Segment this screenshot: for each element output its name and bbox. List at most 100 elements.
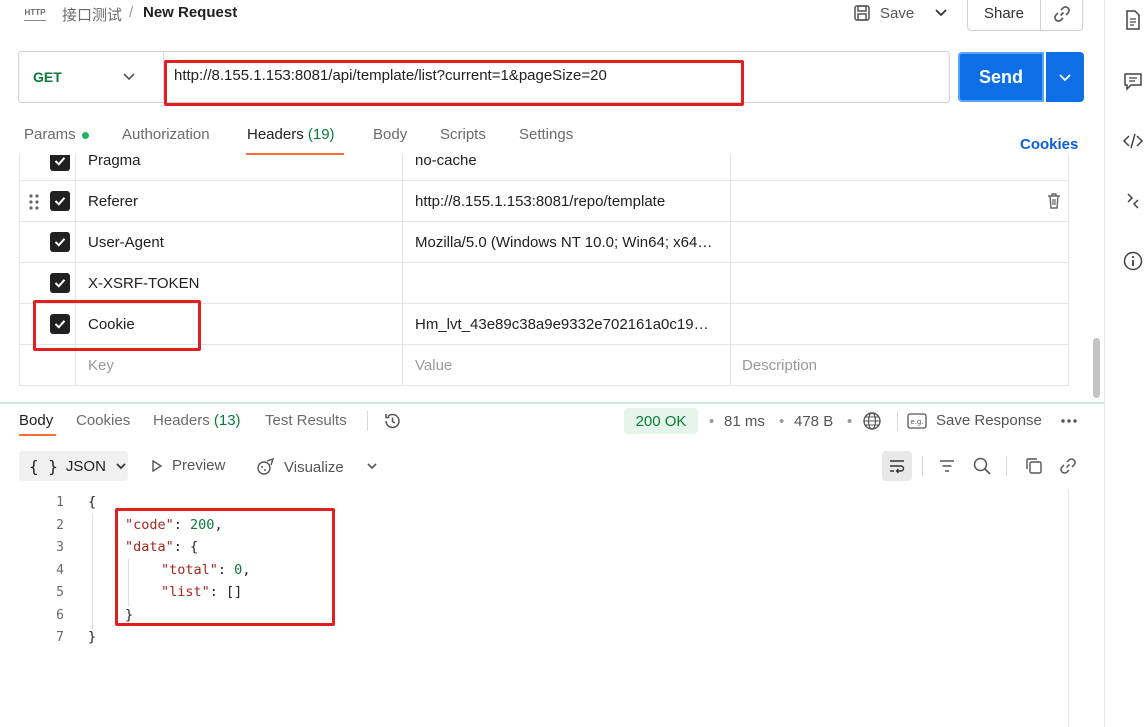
headers-table: Pragma no-cache Referer http://8.155.1.1…	[19, 155, 1069, 386]
visualize-button[interactable]: Visualize	[256, 457, 344, 477]
annotation-highlight-url	[164, 60, 744, 106]
search-icon[interactable]	[972, 456, 992, 476]
chevron-down-icon[interactable]	[121, 69, 137, 85]
indent-guide	[92, 514, 93, 630]
header-key[interactable]: User-Agent	[88, 222, 398, 263]
http-request-icon: HTTP	[24, 4, 46, 21]
preview-label: Preview	[172, 457, 226, 474]
save-response-label: Save Response	[936, 412, 1042, 429]
save-button[interactable]: Save	[852, 0, 914, 26]
breadcrumb-separator: /	[129, 4, 134, 21]
copy-link-button[interactable]	[1040, 0, 1083, 31]
copy-icon[interactable]	[1024, 456, 1044, 476]
divider	[897, 411, 898, 431]
visualize-label: Visualize	[284, 458, 344, 476]
line-number: 3	[56, 540, 64, 555]
response-tab-body[interactable]: Body	[19, 412, 53, 429]
table-row: Pragma no-cache	[20, 155, 1068, 181]
drag-handle-icon[interactable]	[28, 193, 40, 211]
info-icon[interactable]	[1122, 250, 1144, 272]
response-tab-headers[interactable]: Headers (13)	[153, 412, 241, 429]
send-button[interactable]: Send	[958, 52, 1044, 102]
annotation-highlight-response	[115, 508, 335, 626]
header-key[interactable]: X-XSRF-TOKEN	[88, 263, 398, 304]
separator-dot: •	[847, 413, 853, 430]
params-active-dot	[81, 131, 89, 139]
new-description-input[interactable]: Description	[742, 345, 1042, 385]
visualize-icon	[257, 457, 275, 475]
response-tab-test-results[interactable]: Test Results	[265, 412, 347, 429]
braces-icon: { }	[29, 456, 58, 476]
pane-divider[interactable]	[0, 402, 1104, 404]
response-size[interactable]: 478 B	[794, 413, 833, 430]
check-icon	[54, 238, 66, 247]
header-value[interactable]: Mozilla/5.0 (Windows NT 10.0; Win64; x64…	[415, 222, 731, 263]
response-headers-count: (13)	[213, 412, 241, 429]
save-response-button[interactable]: e.g. Save Response	[907, 412, 1042, 429]
header-value[interactable]: http://8.155.1.153:8081/repo/template	[415, 181, 731, 222]
header-value[interactable]: Hm_lvt_43e89c38a9e9332e702161a0c19…	[415, 304, 731, 345]
scrollbar[interactable]	[1093, 338, 1100, 398]
more-options-icon[interactable]	[1059, 413, 1079, 429]
separator-dot: •	[709, 413, 715, 430]
save-options-chevron-icon[interactable]	[932, 4, 950, 22]
cookies-link[interactable]: Cookies	[1020, 136, 1078, 153]
divider	[922, 456, 923, 476]
wrap-lines-button[interactable]	[882, 451, 912, 481]
table-row: X-XSRF-TOKEN	[20, 263, 1068, 304]
code-line: }	[88, 629, 97, 645]
method-select[interactable]: GET	[33, 69, 62, 85]
tab-headers-label: Headers	[247, 126, 304, 143]
separator-dot: •	[779, 413, 785, 430]
tab-settings[interactable]: Settings	[519, 126, 573, 143]
history-icon[interactable]	[382, 411, 402, 431]
check-icon	[54, 157, 66, 166]
divider	[1006, 456, 1007, 476]
format-select[interactable]: { } JSON	[19, 451, 128, 481]
code-snippet-icon[interactable]	[1122, 130, 1144, 152]
line-number: 1	[56, 495, 64, 510]
globe-icon[interactable]	[862, 411, 882, 431]
row-checkbox[interactable]	[50, 191, 70, 211]
table-row: Referer http://8.155.1.153:8081/repo/tem…	[20, 181, 1068, 222]
save-label: Save	[880, 4, 915, 22]
tab-body[interactable]: Body	[373, 126, 407, 143]
new-key-input[interactable]: Key	[88, 345, 398, 385]
preview-button[interactable]: Preview	[150, 457, 225, 474]
divider	[367, 411, 368, 431]
tab-params-label: Params	[24, 126, 76, 143]
share-button[interactable]: Share	[967, 0, 1041, 31]
send-options-button[interactable]	[1046, 52, 1084, 102]
filter-icon[interactable]	[937, 456, 957, 476]
line-number: 5	[56, 585, 64, 600]
tab-authorization[interactable]: Authorization	[122, 126, 210, 143]
line-number: 2	[56, 518, 64, 533]
header-key[interactable]: Referer	[88, 181, 398, 222]
response-time[interactable]: 81 ms	[724, 413, 765, 430]
documentation-icon[interactable]	[1122, 9, 1144, 31]
breadcrumb-collection[interactable]: 接口测试	[62, 4, 122, 25]
check-icon	[54, 197, 66, 206]
row-checkbox[interactable]	[50, 155, 70, 171]
row-checkbox[interactable]	[50, 273, 70, 293]
response-tab-headers-label: Headers	[153, 412, 210, 429]
header-key[interactable]: Pragma	[88, 155, 398, 181]
request-title[interactable]: New Request	[143, 4, 237, 21]
response-tab-cookies[interactable]: Cookies	[76, 412, 130, 429]
header-value[interactable]: no-cache	[415, 155, 731, 181]
format-label: JSON	[65, 457, 106, 475]
comments-icon[interactable]	[1122, 70, 1144, 92]
related-collections-icon[interactable]	[1122, 190, 1144, 212]
row-checkbox[interactable]	[50, 232, 70, 252]
trash-icon[interactable]	[1046, 192, 1062, 210]
tab-scripts[interactable]: Scripts	[440, 126, 486, 143]
new-value-input[interactable]: Value	[415, 345, 731, 385]
link-icon[interactable]	[1058, 456, 1078, 476]
wrap-icon	[890, 460, 905, 474]
tab-params[interactable]: Params	[24, 126, 89, 143]
status-badge[interactable]: 200 OK	[624, 408, 698, 434]
tab-headers[interactable]: Headers (19)	[247, 126, 335, 143]
chevron-down-icon[interactable]	[365, 459, 379, 473]
header-value[interactable]	[415, 263, 731, 304]
chevron-down-icon	[116, 463, 126, 470]
